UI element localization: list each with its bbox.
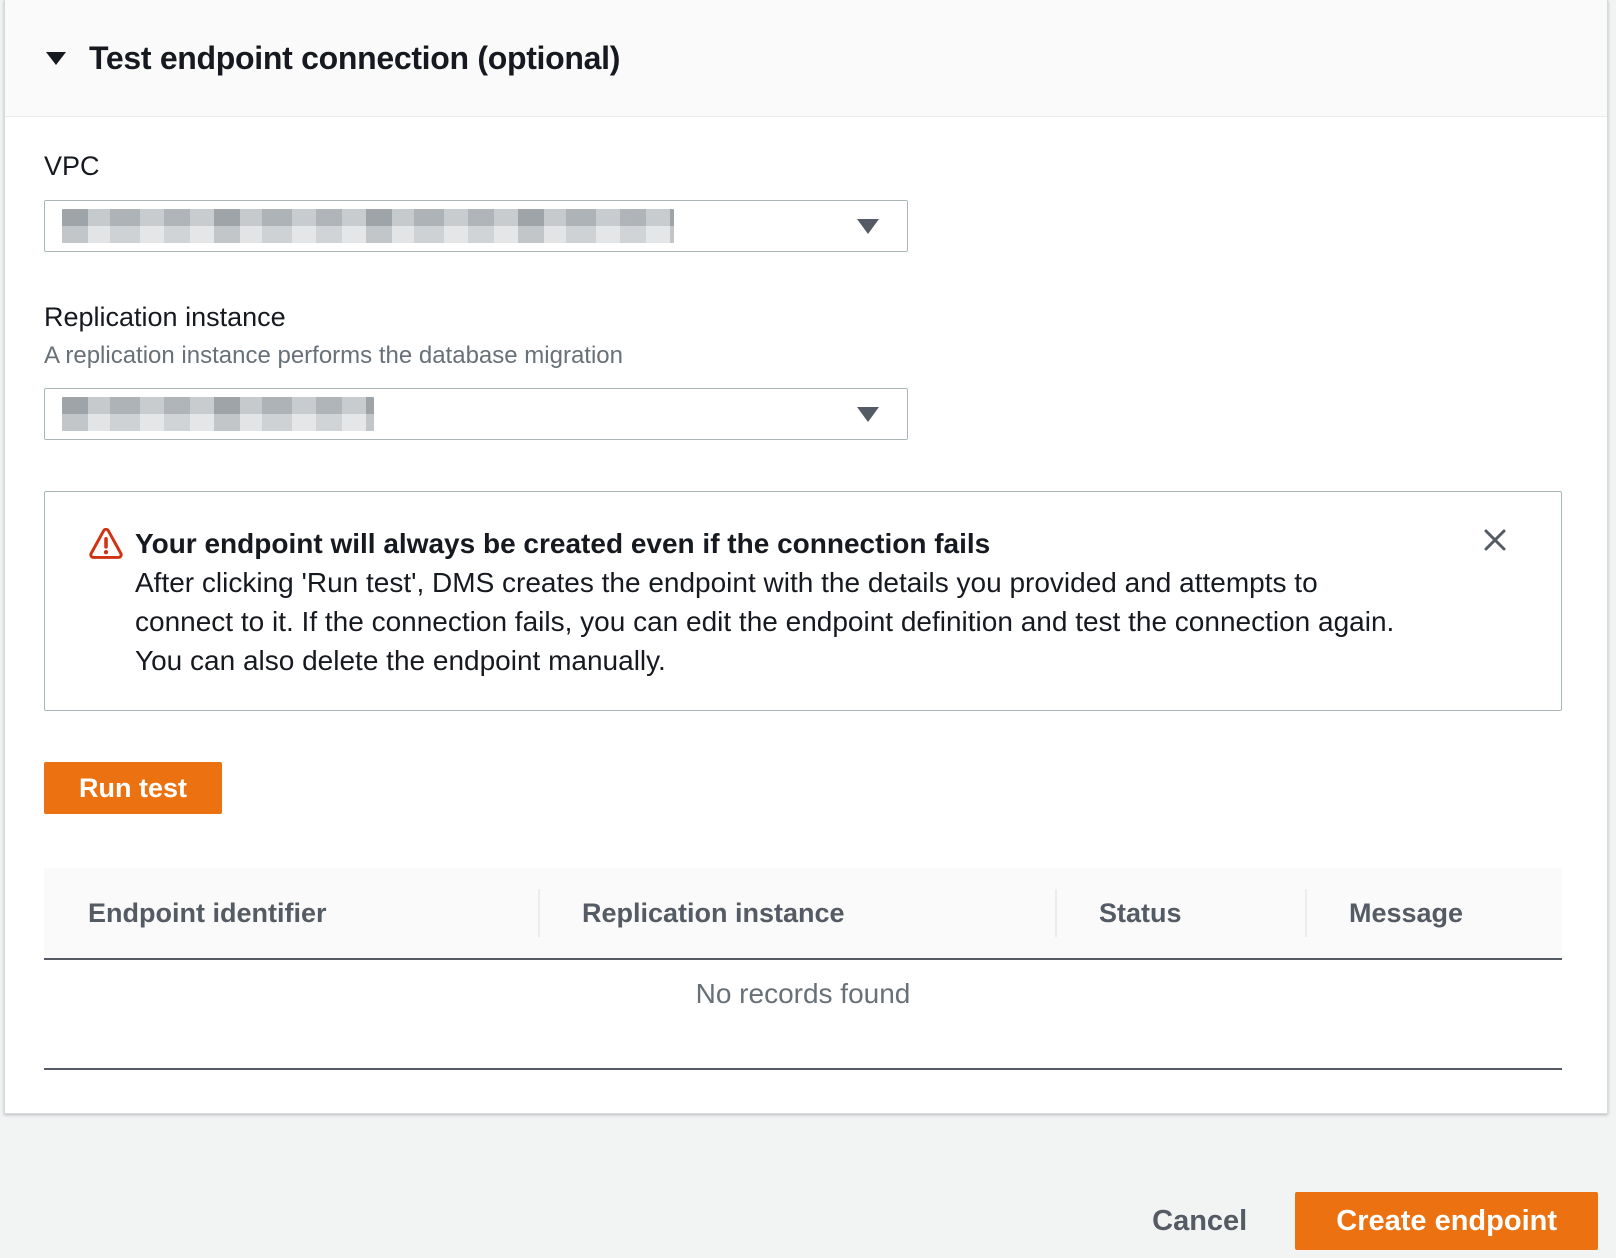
- column-header-endpoint-identifier[interactable]: Endpoint identifier: [44, 868, 538, 958]
- cancel-button[interactable]: Cancel: [1152, 1205, 1247, 1238]
- panel-title: Test endpoint connection (optional): [89, 40, 620, 77]
- vpc-selected-value-redacted: [62, 209, 674, 243]
- form-footer: Cancel Create endpoint: [0, 1114, 1616, 1250]
- warning-triangle-icon: [89, 528, 123, 564]
- column-header-status[interactable]: Status: [1055, 868, 1305, 958]
- replication-instance-field-group: Replication instance A replication insta…: [44, 302, 1607, 440]
- replication-instance-description: A replication instance performs the data…: [44, 342, 1607, 370]
- collapse-triangle-icon[interactable]: [46, 52, 66, 65]
- replication-instance-select[interactable]: [44, 388, 908, 440]
- replication-instance-label: Replication instance: [44, 302, 1607, 333]
- column-header-replication-instance[interactable]: Replication instance: [538, 868, 1055, 958]
- warning-body: After clicking 'Run test', DMS creates t…: [135, 563, 1411, 680]
- close-icon[interactable]: [1475, 520, 1515, 560]
- vpc-field-group: VPC: [44, 151, 1607, 252]
- vpc-select[interactable]: [44, 200, 908, 252]
- test-endpoint-panel: Test endpoint connection (optional) VPC …: [4, 0, 1608, 1114]
- warning-alert: Your endpoint will always be created eve…: [44, 491, 1562, 711]
- test-results-table: Endpoint identifier Replication instance…: [44, 868, 1562, 1070]
- chevron-down-icon: [857, 219, 879, 234]
- warning-title: Your endpoint will always be created eve…: [135, 524, 1411, 563]
- panel-header[interactable]: Test endpoint connection (optional): [5, 0, 1607, 117]
- chevron-down-icon: [857, 407, 879, 422]
- column-header-message[interactable]: Message: [1305, 868, 1562, 958]
- create-endpoint-button[interactable]: Create endpoint: [1295, 1192, 1598, 1250]
- table-header-row: Endpoint identifier Replication instance…: [44, 868, 1562, 960]
- empty-state-message: No records found: [44, 960, 1562, 1070]
- vpc-label: VPC: [44, 151, 1607, 182]
- panel-body: VPC Replication instance A replication i…: [5, 117, 1607, 1070]
- replication-instance-selected-value-redacted: [62, 397, 374, 431]
- run-test-button[interactable]: Run test: [44, 762, 222, 814]
